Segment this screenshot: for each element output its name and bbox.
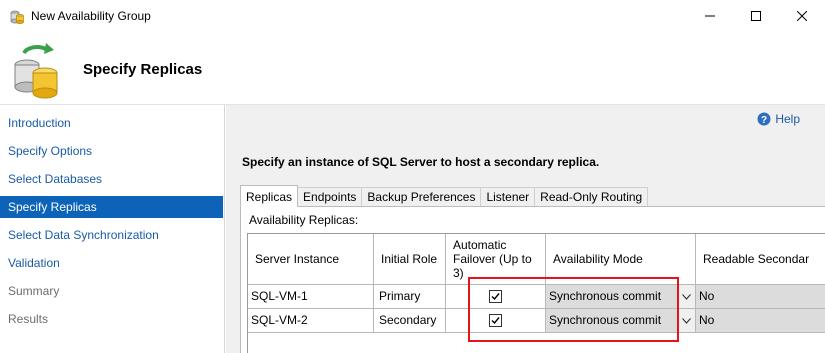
close-button[interactable] [779,0,825,32]
replicas-tab-panel: Availability Replicas: Server Instance I… [240,206,825,353]
help-label: Help [775,112,800,126]
column-header-automatic-failover[interactable]: Automatic Failover (Up to 3) [446,234,546,285]
table-row-2-role: Secondary [374,309,446,333]
availability-replicas-label: Availability Replicas: [249,213,359,227]
tab-listener[interactable]: Listener [480,187,536,207]
readable-secondary-dropdown-1[interactable]: No [696,285,825,309]
nav-item-introduction[interactable]: Introduction [0,112,223,134]
chevron-down-icon [682,293,691,300]
tab-strip: Replicas Endpoints Backup Preferences Li… [240,185,649,207]
readable-secondary-dropdown-2[interactable]: No [696,309,825,333]
replicas-grid: Server Instance Initial Role Automatic F… [247,233,825,353]
minimize-button[interactable] [687,0,733,32]
table-row-1-role: Primary [374,285,446,309]
close-icon [797,11,807,21]
availability-mode-dropdown-2[interactable]: Synchronous commit [546,309,679,333]
nav-item-select-data-synchronization[interactable]: Select Data Synchronization [0,224,223,246]
tab-read-only-routing[interactable]: Read-Only Routing [534,187,649,207]
maximize-button[interactable] [733,0,779,32]
checkmark-icon [491,293,500,301]
wizard-header: Specify Replicas [0,33,825,105]
maximize-icon [751,11,761,21]
svg-text:?: ? [761,115,767,126]
availability-mode-dropdown-button-2[interactable] [678,309,696,333]
column-header-initial-role[interactable]: Initial Role [374,234,446,285]
tab-replicas[interactable]: Replicas [240,185,299,207]
page-title: Specify Replicas [83,61,203,78]
column-header-readable-secondary[interactable]: Readable Secondar [696,234,825,285]
table-row-1-server[interactable]: SQL-VM-1 [248,285,374,309]
nav-item-specify-replicas[interactable]: Specify Replicas [0,196,223,218]
title-bar: New Availability Group [0,0,825,33]
nav-item-validation[interactable]: Validation [0,252,223,274]
column-header-server-instance[interactable]: Server Instance [248,234,374,285]
table-row-2-failover-cell [446,309,546,333]
column-header-availability-mode[interactable]: Availability Mode [546,234,696,285]
instruction-text: Specify an instance of SQL Server to hos… [242,155,600,169]
auto-failover-checkbox-1[interactable] [489,290,502,303]
wizard-steps-nav: Introduction Specify Options Select Data… [0,105,225,353]
chevron-down-icon [682,317,691,324]
nav-item-summary: Summary [8,284,60,298]
tab-backup-preferences[interactable]: Backup Preferences [361,187,482,207]
minimize-icon [705,15,715,17]
checkmark-icon [491,317,500,325]
availability-mode-dropdown-1[interactable]: Synchronous commit [546,285,679,309]
nav-item-select-databases[interactable]: Select Databases [0,168,223,190]
window-title: New Availability Group [31,9,151,23]
auto-failover-checkbox-2[interactable] [489,314,502,327]
nav-item-results: Results [8,312,49,326]
help-icon: ? [757,112,771,126]
availability-mode-dropdown-button-1[interactable] [678,285,696,309]
table-row-1-failover-cell [446,285,546,309]
database-sync-icon [14,43,58,99]
help-link[interactable]: ? Help [757,112,800,126]
table-row-2-server[interactable]: SQL-VM-2 [248,309,374,333]
tab-endpoints[interactable]: Endpoints [297,187,363,207]
availability-group-icon [10,10,24,24]
main-content: ? Help Specify an instance of SQL Server… [226,105,825,353]
nav-item-specify-options[interactable]: Specify Options [0,140,223,162]
